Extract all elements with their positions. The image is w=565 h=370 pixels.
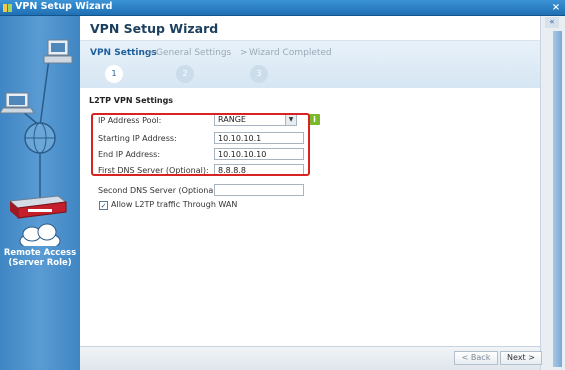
step-separator: > (240, 48, 248, 58)
laptop-icon (0, 92, 35, 114)
allow-wan-label: Allow L2TP traffic Through WAN (111, 200, 238, 209)
page-title: VPN Setup Wizard (90, 21, 219, 36)
wizard-footer: < Back Next > (80, 346, 542, 370)
side-scroll-strip (553, 31, 562, 367)
section-title: L2TP VPN Settings (89, 96, 174, 105)
wizard-app-icon (3, 4, 12, 12)
step-number-1: 1 (105, 65, 123, 83)
step-number-2: 2 (176, 65, 194, 83)
close-icon[interactable]: × (550, 2, 562, 14)
cloud-icon (19, 223, 61, 246)
collapse-icon[interactable]: « (545, 17, 559, 28)
role-label: Remote Access (Server Role) (3, 248, 77, 268)
globe-icon (24, 122, 56, 154)
step-wizard-completed: Wizard Completed (249, 48, 332, 58)
wizard-content: VPN Setup Wizard VPN Settings > General … (80, 16, 540, 346)
title-bar: VPN Setup Wizard × (0, 0, 565, 16)
second-dns-field[interactable] (214, 184, 304, 196)
second-dns-label: Second DNS Server (Optional): (98, 186, 222, 195)
router-icon (8, 195, 68, 219)
window-title: VPN Setup Wizard (15, 1, 113, 12)
sidebar-illustration: Remote Access (Server Role) (0, 16, 80, 370)
info-icon[interactable]: i (309, 114, 320, 125)
highlight-box (91, 113, 310, 176)
right-rail: « (540, 16, 565, 370)
step-general-settings: General Settings (156, 48, 232, 58)
step-separator: > (147, 48, 155, 58)
back-button[interactable]: < Back (454, 351, 498, 365)
next-button[interactable]: Next > (500, 351, 542, 365)
network-diagram-icon (0, 39, 73, 246)
step-number-3: 3 (250, 65, 268, 83)
wizard-steps: VPN Settings > General Settings > Wizard… (80, 41, 540, 88)
allow-wan-checkbox[interactable]: ✓ (99, 201, 108, 210)
